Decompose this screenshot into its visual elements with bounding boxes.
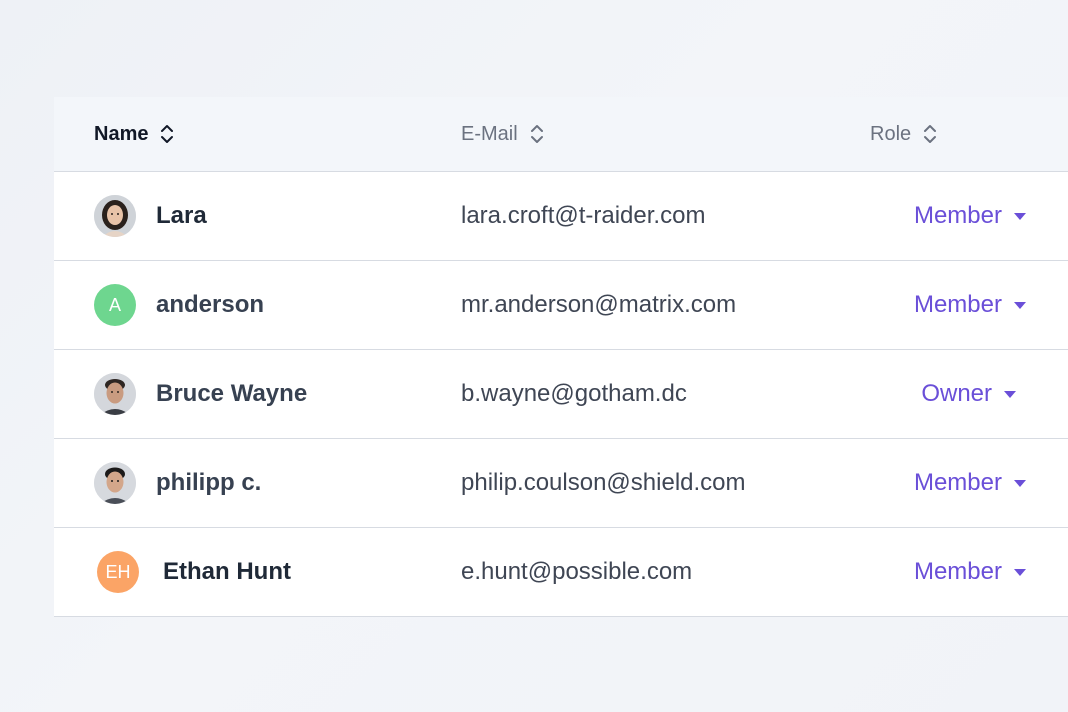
user-cell: philipp c.: [94, 439, 261, 527]
email-cell: philip.coulson@shield.com: [461, 469, 746, 496]
role-dropdown[interactable]: Member: [914, 172, 1026, 260]
user-cell: EH Ethan Hunt: [97, 528, 291, 616]
role-label: Member: [913, 202, 1002, 229]
man-portrait-icon: [94, 462, 136, 504]
sort-icon[interactable]: [530, 123, 544, 145]
user-name: philipp c.: [156, 469, 262, 496]
caret-down-icon: [1014, 568, 1026, 576]
email-cell: e.hunt@possible.com: [461, 558, 693, 585]
caret-down-icon: [1014, 212, 1026, 220]
role-column-header[interactable]: Role: [870, 97, 937, 171]
avatar-initials: A: [108, 294, 121, 315]
sort-icon[interactable]: [160, 123, 174, 145]
email-header-label: E-Mail: [461, 122, 518, 145]
user-cell: Lara: [94, 172, 207, 260]
avatar: A: [94, 284, 136, 326]
user-name: anderson: [156, 291, 265, 318]
avatar-initials: EH: [105, 561, 131, 582]
role-dropdown[interactable]: Member: [914, 528, 1026, 616]
role-label: Member: [913, 558, 1002, 585]
sort-icon[interactable]: [923, 123, 937, 145]
table-row[interactable]: Bruce Wayne b.wayne@gotham.dc Owner: [54, 350, 1068, 439]
name-column-header[interactable]: Name: [94, 97, 174, 171]
user-cell: Bruce Wayne: [94, 350, 307, 438]
name-header-label: Name: [94, 122, 149, 145]
caret-down-icon: [1004, 390, 1016, 398]
role-dropdown[interactable]: Owner: [921, 350, 1016, 438]
user-cell: A anderson: [94, 261, 264, 349]
members-table: Name E-Mail Role Lara lara.croft@t-raide…: [54, 97, 1068, 617]
role-header-label: Role: [870, 122, 912, 145]
avatar: [94, 373, 136, 415]
user-name: Lara: [156, 202, 207, 229]
role-label: Member: [913, 469, 1002, 496]
man-portrait-icon: [94, 373, 136, 415]
role-label: Owner: [921, 380, 992, 407]
woman-portrait-icon: [94, 195, 136, 237]
table-row[interactable]: Lara lara.croft@t-raider.com Member: [54, 172, 1068, 261]
caret-down-icon: [1014, 479, 1026, 487]
role-label: Member: [913, 291, 1002, 318]
email-cell: lara.croft@t-raider.com: [461, 202, 706, 229]
email-cell: mr.anderson@matrix.com: [461, 291, 737, 318]
email-cell: b.wayne@gotham.dc: [461, 380, 687, 407]
table-header: Name E-Mail Role: [54, 97, 1068, 172]
avatar: [94, 462, 136, 504]
role-dropdown[interactable]: Member: [914, 261, 1026, 349]
email-column-header[interactable]: E-Mail: [461, 97, 544, 171]
user-name: Ethan Hunt: [163, 558, 291, 585]
avatar: [94, 195, 136, 237]
table-row[interactable]: EH Ethan Hunt e.hunt@possible.com Member: [54, 528, 1068, 617]
caret-down-icon: [1014, 301, 1026, 309]
avatar: EH: [97, 551, 139, 593]
role-dropdown[interactable]: Member: [914, 439, 1026, 527]
user-name: Bruce Wayne: [156, 380, 308, 407]
table-row[interactable]: A anderson mr.anderson@matrix.com Member: [54, 261, 1068, 350]
table-row[interactable]: philipp c. philip.coulson@shield.com Mem…: [54, 439, 1068, 528]
